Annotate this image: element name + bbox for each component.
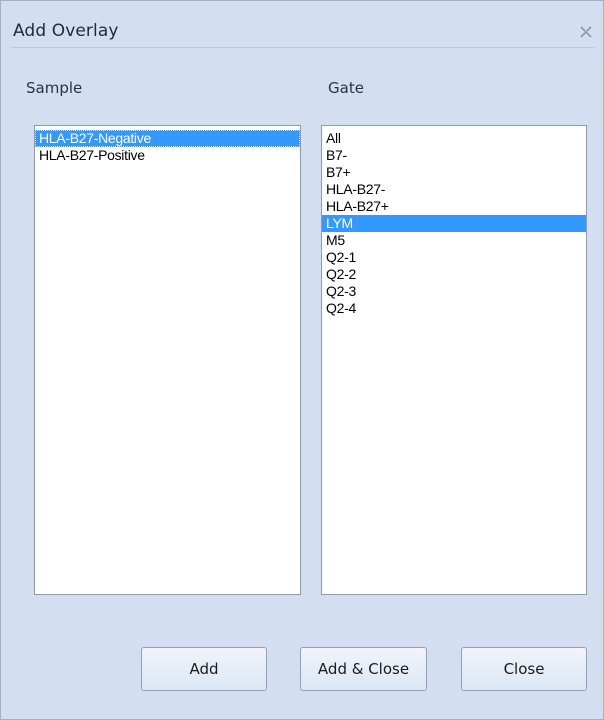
gate-list-item[interactable]: Q2-2 [322,266,586,283]
title-bar[interactable]: Add Overlay [1,1,603,47]
gate-list-item[interactable]: B7- [322,147,586,164]
gate-list-item[interactable]: Q2-3 [322,283,586,300]
gate-list-item[interactable]: All [322,130,586,147]
sample-label: Sample [26,79,83,97]
gate-list-item[interactable]: M5 [322,232,586,249]
close-icon[interactable] [579,25,593,39]
gate-listbox[interactable]: All B7- B7+ HLA-B27- HLA-B27+ LYM M5 Q2-1 Q2-2 Q2… [321,125,587,595]
gate-list-item[interactable]: Q2-4 [322,300,586,317]
title-divider [11,47,595,48]
add-button[interactable]: Add [141,647,267,691]
dialog-title: Add Overlay [13,21,119,41]
add-overlay-dialog: Add Overlay Sample Gate HLA-B27-Negative… [0,0,604,720]
gate-label: Gate [328,79,364,97]
gate-list-item[interactable]: LYM [322,215,586,232]
sample-list-item[interactable]: HLA-B27-Negative [35,130,300,147]
gate-list-item[interactable]: HLA-B27+ [322,198,586,215]
add-and-close-button[interactable]: Add & Close [300,647,427,691]
close-button[interactable]: Close [461,647,587,691]
sample-list-item[interactable]: HLA-B27-Positive [35,147,300,164]
gate-list-item[interactable]: B7+ [322,164,586,181]
gate-list-item[interactable]: Q2-1 [322,249,586,266]
sample-listbox[interactable]: HLA-B27-Negative HLA-B27-Positive [34,125,301,595]
gate-list-item[interactable]: HLA-B27- [322,181,586,198]
